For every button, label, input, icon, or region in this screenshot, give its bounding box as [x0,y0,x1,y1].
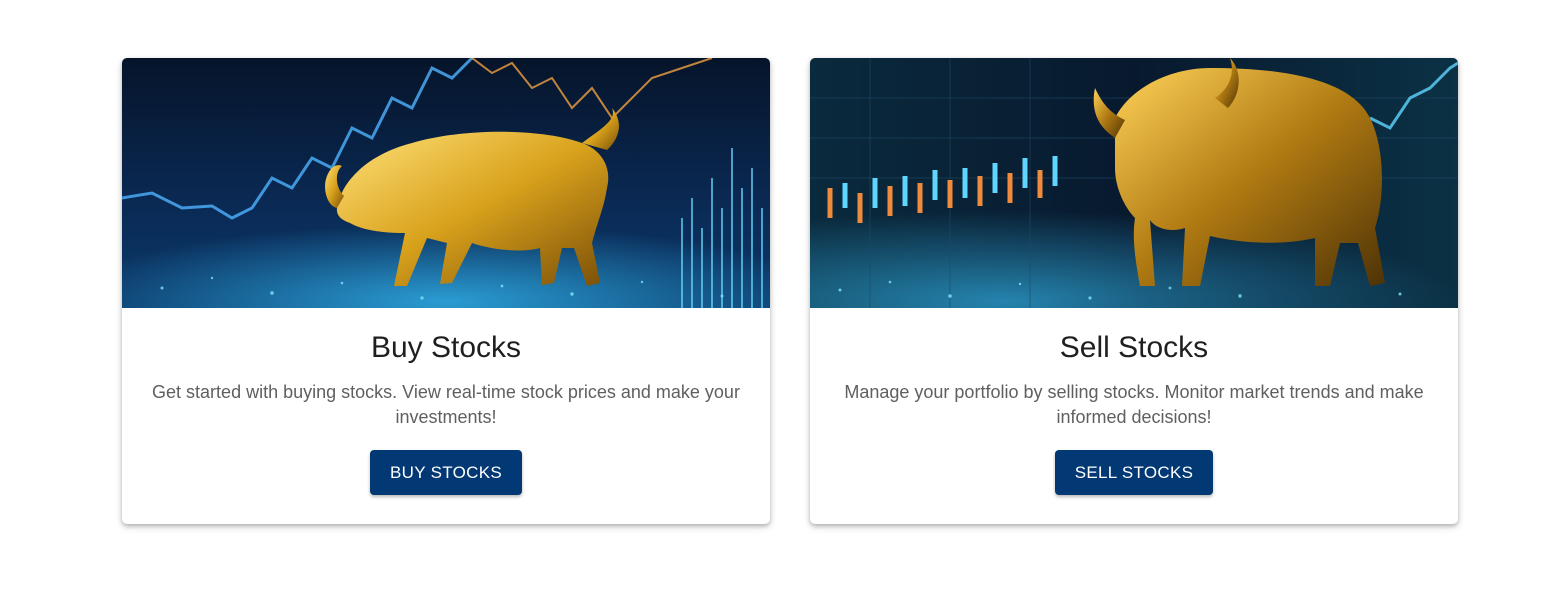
sell-stocks-image [810,58,1458,308]
buy-stocks-image [122,58,770,308]
golden-bull-chart-image [122,58,770,308]
buy-stocks-title: Buy Stocks [370,331,522,364]
buy-stocks-card-body: Buy Stocks Get started with buying stock… [122,330,770,495]
buy-stocks-button[interactable]: BUY STOCKS [370,450,522,495]
cards-container: Buy Stocks Get started with buying stock… [122,58,1458,524]
sell-stocks-button[interactable]: SELL STOCKS [1054,450,1214,495]
sell-stocks-card-body: Sell Stocks Manage your portfolio by sel… [810,330,1458,495]
golden-bull-chart-image [810,58,1458,308]
sell-stocks-description: Manage your portfolio by selling stocks.… [844,382,1424,427]
buy-stocks-description: Get started with buying stocks. View rea… [152,382,740,427]
sell-stocks-card: Sell Stocks Manage your portfolio by sel… [810,58,1458,524]
buy-stocks-card: Buy Stocks Get started with buying stock… [122,58,770,524]
sell-stocks-title: Sell Stocks [1059,331,1209,364]
